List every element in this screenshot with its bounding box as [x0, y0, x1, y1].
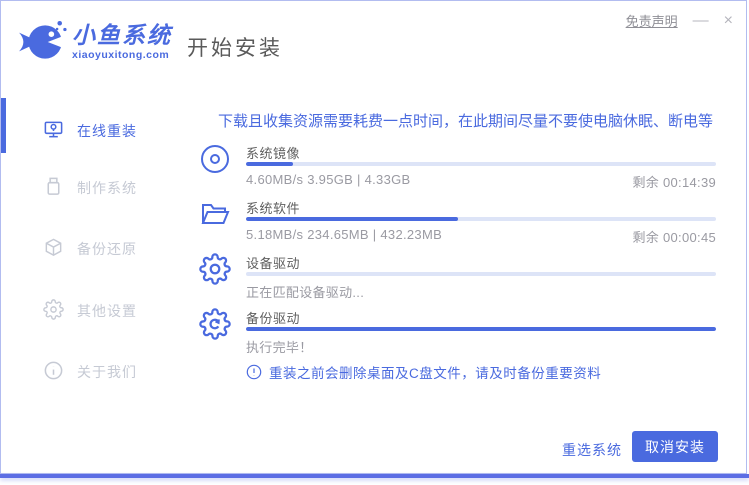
gear-icon — [199, 253, 231, 285]
active-item-indicator — [1, 98, 6, 153]
sidebar-item-online-reinstall[interactable]: 在线重装 — [43, 118, 137, 144]
sidebar-item-label: 制作系统 — [77, 180, 137, 196]
progress-fill — [246, 217, 458, 221]
usb-drive-icon — [43, 176, 64, 200]
task-status-left: 5.18MB/s 234.65MB | 432.23MB — [246, 227, 443, 242]
sidebar-item-label: 在线重装 — [77, 123, 137, 139]
task-name: 系统软件 — [246, 201, 301, 216]
sidebar-item-make-system[interactable]: 制作系统 — [43, 175, 137, 201]
download-notice: 下载且收集资源需要耗费一点时间，在此期间尽量不要使电脑休眠、断电等 — [217, 113, 713, 130]
page-title: 开始安装 — [187, 37, 283, 60]
task-row-device-driver: 设备驱动 正在匹配设备驱动... — [199, 250, 716, 305]
progress-bar — [246, 327, 716, 331]
app-window: 小鱼系统 xiaoyuxitong.com 开始安装 免责声明 — × 在线重装 — [0, 0, 747, 474]
fish-logo-icon — [17, 17, 67, 67]
warning-icon — [246, 364, 262, 380]
progress-bar — [246, 162, 716, 166]
task-remaining-time: 剩余 00:00:45 — [632, 230, 716, 245]
disc-icon — [199, 143, 231, 175]
brand-block: 小鱼系统 xiaoyuxitong.com — [72, 22, 172, 61]
monitor-reinstall-icon — [43, 119, 64, 143]
gear-sync-icon — [199, 308, 231, 340]
task-status-left: 4.60MB/s 3.95GB | 4.33GB — [246, 172, 411, 187]
sidebar-item-about-us[interactable]: 关于我们 — [43, 359, 137, 385]
task-list: 系统镜像 4.60MB/s 3.95GB | 4.33GB 剩余 00:14:3… — [199, 140, 716, 360]
progress-bar — [246, 272, 716, 276]
sidebar-item-label: 其他设置 — [77, 303, 137, 319]
task-remaining-time: 剩余 00:14:39 — [632, 175, 716, 190]
task-row-system-image: 系统镜像 4.60MB/s 3.95GB | 4.33GB 剩余 00:14:3… — [199, 140, 716, 195]
task-name: 备份驱动 — [246, 311, 301, 326]
warning-text: 重装之前会删除桌面及C盘文件，请及时备份重要资料 — [269, 366, 602, 381]
progress-fill — [246, 162, 293, 166]
disclaimer-link[interactable]: 免责声明 — [626, 11, 678, 30]
info-icon — [43, 360, 64, 384]
sidebar: 在线重装 制作系统 备份还原 其他设置 关于我们 — [1, 89, 181, 473]
task-status-left: 正在匹配设备驱动... — [246, 285, 365, 300]
gear-icon — [43, 299, 64, 323]
reselect-system-link[interactable]: 重选系统 — [559, 440, 625, 460]
brand-name: 小鱼系统 — [72, 22, 172, 48]
sidebar-item-other-settings[interactable]: 其他设置 — [43, 298, 137, 324]
window-bottom-strip — [0, 474, 749, 478]
task-row-system-software: 系统软件 5.18MB/s 234.65MB | 432.23MB 剩余 00:… — [199, 195, 716, 250]
sidebar-item-label: 备份还原 — [77, 241, 137, 257]
minimize-button[interactable]: — — [693, 12, 709, 29]
backup-warning: 重装之前会删除桌面及C盘文件，请及时备份重要资料 — [246, 362, 601, 382]
sidebar-item-backup-restore[interactable]: 备份还原 — [43, 236, 137, 262]
titlebar: 免责声明 — × — [626, 11, 733, 30]
task-status-left: 执行完毕！ — [246, 340, 313, 355]
sidebar-item-label: 关于我们 — [77, 364, 137, 380]
task-name: 系统镜像 — [246, 146, 301, 161]
backup-box-icon — [43, 237, 64, 261]
progress-fill — [246, 327, 716, 331]
close-button[interactable]: × — [724, 12, 733, 29]
progress-bar — [246, 217, 716, 221]
folder-icon — [199, 198, 231, 230]
task-name: 设备驱动 — [246, 256, 301, 271]
brand-domain: xiaoyuxitong.com — [72, 49, 170, 61]
cancel-install-button[interactable]: 取消安装 — [632, 431, 718, 462]
task-row-backup-driver: 备份驱动 执行完毕！ — [199, 305, 716, 360]
